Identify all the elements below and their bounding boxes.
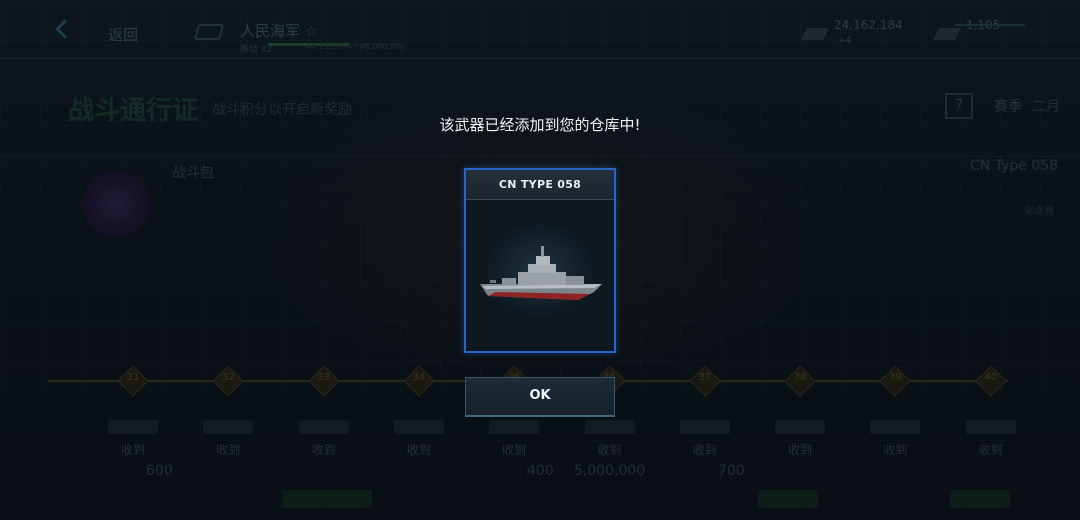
ok-button[interactable]: OK: [465, 377, 615, 417]
reward-card-header: CN TYPE 058: [466, 170, 614, 200]
warship-icon: [480, 246, 602, 300]
reward-card-image: [466, 200, 614, 351]
reward-card: CN TYPE 058: [464, 168, 616, 353]
reward-card-title: CN TYPE 058: [498, 178, 582, 191]
modal-message: 该武器已经添加到您的仓库中!: [439, 116, 641, 134]
